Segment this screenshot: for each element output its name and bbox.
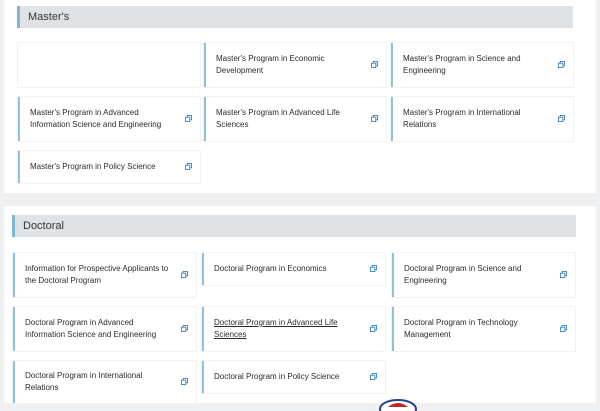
external-link-icon [185,115,192,122]
card-label: Doctoral Program in Technology Managemen… [404,318,518,339]
doctoral-card-advanced-life-sciences[interactable]: Doctoral Program in Advanced Life Scienc… [202,307,385,351]
external-link-icon [371,61,378,68]
external-link-icon [560,325,567,332]
external-link-icon [560,271,567,278]
external-link-icon [181,325,188,332]
card-label: Master's Program in Advanced Information… [30,108,162,129]
card-label: Master's Program in Science and Engineer… [403,54,521,75]
card-label: Doctoral Program in Advanced Life Scienc… [214,318,338,339]
doctoral-heading: Doctoral [23,220,64,232]
external-link-icon [371,115,378,122]
external-link-icon [558,115,565,122]
masters-card-advanced-info-science[interactable]: Master's Program in Advanced Information… [18,97,200,141]
external-link-icon [370,265,377,272]
card-label: Information for Prospective Applicants t… [25,264,169,285]
doctoral-card-economics[interactable]: Doctoral Program in Economics [202,253,385,285]
masters-card-blank [18,43,200,87]
external-link-icon [181,378,188,385]
masters-card-advanced-life-sciences[interactable]: Master's Program in Advanced Life Scienc… [204,97,386,141]
masters-section-header: Master's [17,6,573,28]
external-link-icon [558,61,565,68]
floating-logo-icon [379,399,417,411]
masters-card-science-engineering[interactable]: Master's Program in Science and Engineer… [391,43,573,87]
card-label: Master's Program in Economic Development [216,54,325,75]
card-label: Doctoral Program in Economics [214,264,327,273]
card-label: Doctoral Program in Advanced Information… [25,318,157,339]
doctoral-card-science-engineering[interactable]: Doctoral Program in Science and Engineer… [392,253,575,297]
external-link-icon [185,163,192,170]
masters-card-policy-science[interactable]: Master's Program in Policy Science [18,151,200,183]
doctoral-card-advanced-info-science[interactable]: Doctoral Program in Advanced Information… [13,307,196,351]
card-label: Doctoral Program in Policy Science [214,372,340,381]
masters-card-economic-development[interactable]: Master's Program in Economic Development [204,43,386,87]
masters-card-international-relations[interactable]: Master's Program in International Relati… [391,97,573,141]
doctoral-card-technology-management[interactable]: Doctoral Program in Technology Managemen… [392,307,575,351]
card-label: Master's Program in International Relati… [403,108,521,129]
card-label: Master's Program in Policy Science [30,162,156,171]
card-label: Doctoral Program in Science and Engineer… [404,264,522,285]
masters-heading: Master's [28,11,70,23]
doctoral-section-header: Doctoral [12,215,576,237]
external-link-icon [370,325,377,332]
card-label: Master's Program in Advanced Life Scienc… [216,108,340,129]
card-label: Doctoral Program in International Relati… [25,371,143,392]
doctoral-card-prospective-applicants[interactable]: Information for Prospective Applicants t… [13,253,196,297]
doctoral-card-international-relations[interactable]: Doctoral Program in International Relati… [13,361,196,403]
doctoral-card-policy-science[interactable]: Doctoral Program in Policy Science [202,361,385,393]
external-link-icon [370,373,377,380]
external-link-icon [181,271,188,278]
